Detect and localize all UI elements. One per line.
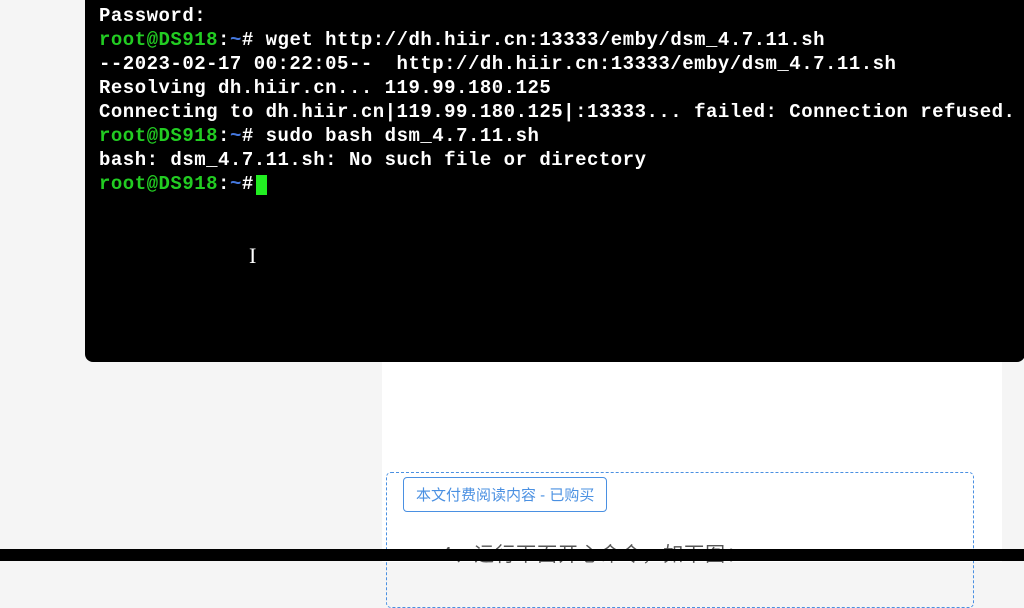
terminal-line: root@DS918:~# wget http://dh.hiir.cn:133… bbox=[99, 28, 1011, 52]
terminal-line: Resolving dh.hiir.cn... 119.99.180.125 bbox=[99, 76, 1011, 100]
terminal-cursor bbox=[256, 175, 267, 195]
prompt-path: ~ bbox=[230, 125, 242, 147]
terminal-line: root@DS918:~# sudo bash dsm_4.7.11.sh bbox=[99, 124, 1011, 148]
purchase-status-label: 本文付费阅读内容 - 已购买 bbox=[403, 477, 607, 512]
prompt-user: root@DS918 bbox=[99, 173, 218, 195]
terminal-window[interactable]: Password:root@DS918:~# wget http://dh.hi… bbox=[85, 0, 1024, 362]
terminal-line: root@DS918:~# bbox=[99, 172, 1011, 196]
prompt-user: root@DS918 bbox=[99, 29, 218, 51]
prompt-path: ~ bbox=[230, 173, 242, 195]
text-cursor-icon: I bbox=[249, 244, 256, 268]
prompt-user: root@DS918 bbox=[99, 125, 218, 147]
terminal-line: Connecting to dh.hiir.cn|119.99.180.125|… bbox=[99, 100, 1011, 124]
terminal-line: --2023-02-17 00:22:05-- http://dh.hiir.c… bbox=[99, 52, 1011, 76]
page-content: 本文付费阅读内容 - 已购买 4、运行下面开心命令，如下图： bbox=[382, 362, 1002, 562]
terminal-line: Password: bbox=[99, 4, 1011, 28]
terminal-line: bash: dsm_4.7.11.sh: No such file or dir… bbox=[99, 148, 1011, 172]
purchase-content-box: 本文付费阅读内容 - 已购买 4、运行下面开心命令，如下图： bbox=[386, 472, 974, 608]
bottom-bar bbox=[0, 549, 1024, 561]
left-panel bbox=[0, 0, 85, 550]
command-text: wget http://dh.hiir.cn:13333/emby/dsm_4.… bbox=[254, 29, 825, 51]
command-text: sudo bash dsm_4.7.11.sh bbox=[254, 125, 540, 147]
prompt-path: ~ bbox=[230, 29, 242, 51]
